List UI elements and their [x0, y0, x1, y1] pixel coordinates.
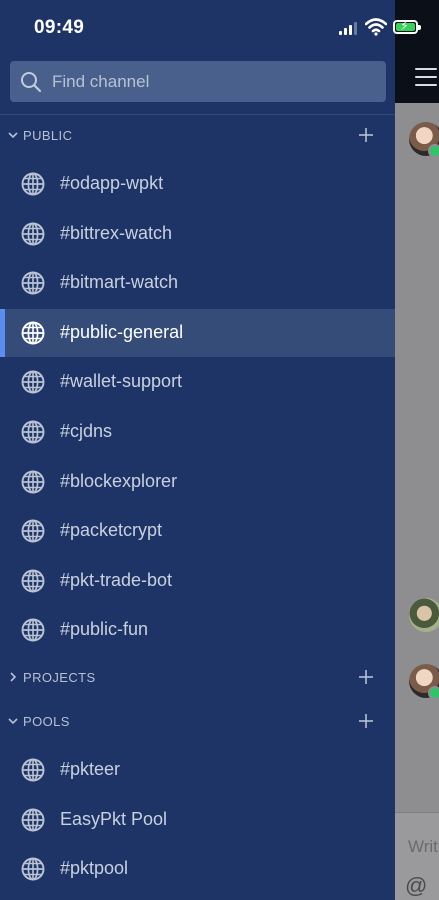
- channel-name: #bittrex-watch: [60, 222, 173, 243]
- main-content-peek[interactable]: Writ @: [395, 0, 439, 900]
- avatar[interactable]: [409, 598, 439, 632]
- channel-name: #public-general: [60, 321, 184, 342]
- channel-item-wallet-support[interactable]: #wallet-support: [0, 358, 395, 406]
- channel-item-packetcrypt[interactable]: #packetcrypt: [0, 507, 395, 555]
- section-header-projects[interactable]: PROJECTS: [0, 656, 395, 700]
- channel-item-pkteer[interactable]: #pkteer: [0, 746, 395, 794]
- channel-item-cjdns[interactable]: #cjdns: [0, 408, 395, 456]
- channel-item-bittrex-watch[interactable]: #bittrex-watch: [0, 210, 395, 258]
- globe-icon: [21, 618, 45, 642]
- add-channel-icon[interactable]: [358, 669, 374, 685]
- channel-name: #pkteer: [60, 759, 121, 779]
- globe-icon: [21, 222, 45, 246]
- globe-icon: [21, 569, 45, 593]
- add-channel-icon[interactable]: [358, 127, 374, 143]
- globe-icon: [21, 808, 45, 832]
- channel-name: #pktpool: [60, 858, 129, 879]
- chevron-right-icon: [10, 672, 17, 682]
- composer-placeholder: Writ: [408, 837, 438, 856]
- section-title: PUBLIC: [23, 128, 73, 143]
- channel-item-pkt-trade-bot[interactable]: #pkt-trade-bot: [0, 557, 395, 605]
- section-title: POOLS: [23, 714, 70, 729]
- section-header-public[interactable]: PUBLIC: [0, 114, 395, 158]
- find-channel-search[interactable]: [10, 61, 386, 102]
- channel-name: #wallet-support: [60, 371, 183, 392]
- channel-item-blockexplorer[interactable]: #blockexplorer: [0, 458, 395, 506]
- channel-item-pktpool[interactable]: #pktpool: [0, 845, 395, 893]
- main-header: [395, 0, 439, 103]
- globe-icon: [21, 470, 45, 494]
- channel-name: #cjdns: [60, 421, 113, 441]
- globe-icon: [21, 370, 45, 394]
- channel-item-public-fun[interactable]: #public-fun: [0, 606, 395, 654]
- channel-item-public-general[interactable]: #public-general: [0, 308, 395, 357]
- wifi-icon: [365, 18, 387, 36]
- globe-icon: [21, 271, 45, 295]
- globe-icon: [21, 172, 45, 196]
- channel-drawer: 09:49 PUBLIC #odapp-wpkt #bittrex-watch: [0, 0, 395, 900]
- channel-name: #bitmart-watch: [60, 272, 179, 293]
- globe-icon: [21, 857, 45, 881]
- channel-name: #blockexplorer: [60, 470, 178, 491]
- globe-icon: [21, 758, 45, 782]
- chevron-down-icon: [8, 132, 18, 139]
- search-input[interactable]: [52, 61, 372, 102]
- globe-icon: [21, 519, 45, 543]
- globe-icon: [21, 420, 45, 444]
- cellular-signal-icon: [339, 22, 359, 35]
- mention-icon[interactable]: @: [405, 873, 427, 899]
- channel-name: #packetcrypt: [60, 520, 163, 541]
- section-header-pools[interactable]: POOLS: [0, 700, 395, 744]
- channel-name: #odapp-wpkt: [60, 173, 164, 193]
- section-title: PROJECTS: [23, 670, 96, 685]
- channel-item-odapp-wpkt[interactable]: #odapp-wpkt: [0, 160, 395, 208]
- online-status-icon: [428, 686, 439, 700]
- channel-name: #pkt-trade-bot: [60, 569, 173, 590]
- add-channel-icon[interactable]: [358, 713, 374, 729]
- chevron-down-icon: [8, 718, 18, 725]
- battery-charging-icon: ⚡: [393, 19, 421, 34]
- channel-name: EasyPkt Pool: [60, 808, 168, 829]
- online-status-icon: [428, 144, 439, 158]
- status-bar: 09:49: [0, 0, 395, 56]
- search-icon: [21, 72, 42, 93]
- channel-name: #public-fun: [60, 619, 149, 640]
- menu-icon[interactable]: [415, 68, 437, 88]
- globe-icon: [21, 321, 45, 345]
- active-indicator: [0, 308, 5, 357]
- message-composer[interactable]: Writ @: [395, 812, 439, 900]
- channel-item-bitmart-watch[interactable]: #bitmart-watch: [0, 259, 395, 307]
- channel-item-easypkt-pool[interactable]: EasyPkt Pool: [0, 796, 395, 844]
- status-time: 09:49: [34, 17, 85, 38]
